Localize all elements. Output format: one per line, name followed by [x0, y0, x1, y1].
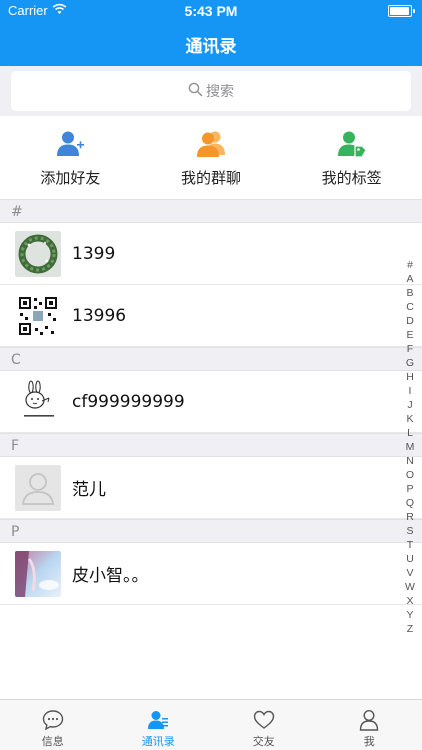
- index-letter[interactable]: V: [406, 566, 413, 580]
- group-chat-button[interactable]: 我的群聊: [141, 117, 282, 199]
- heart-icon: [253, 709, 275, 731]
- index-letter[interactable]: K: [406, 412, 413, 426]
- index-letter[interactable]: R: [406, 510, 414, 524]
- my-tags-button[interactable]: 我的标签: [281, 117, 422, 199]
- index-letter[interactable]: M: [406, 440, 415, 454]
- index-letter[interactable]: D: [406, 314, 414, 328]
- section-header: F: [0, 433, 422, 457]
- index-letter[interactable]: X: [406, 594, 413, 608]
- avatar: [15, 550, 61, 597]
- contacts-icon: [147, 709, 169, 731]
- index-letter[interactable]: B: [406, 286, 413, 300]
- my-tags-label: 我的标签: [321, 169, 382, 187]
- contact-name: 皮小智。。: [72, 566, 149, 586]
- status-time: 5:43 PM: [184, 3, 238, 19]
- tag-icon: [337, 129, 367, 159]
- search-placeholder: 搜索: [206, 84, 234, 100]
- index-letter[interactable]: O: [406, 468, 414, 482]
- quick-actions: 添加好友 我的群聊 我的标签: [0, 117, 422, 199]
- tab-label: 交友: [252, 735, 275, 748]
- list-item[interactable]: 13996: [0, 285, 422, 347]
- avatar: [15, 292, 61, 339]
- section-header: #: [0, 199, 422, 223]
- list-item[interactable]: 范儿: [0, 457, 422, 519]
- index-letter[interactable]: T: [407, 538, 413, 552]
- add-friend-label: 添加好友: [40, 169, 101, 187]
- group-chat-icon: [195, 129, 227, 159]
- index-letter[interactable]: G: [406, 356, 414, 370]
- avatar: [15, 378, 61, 425]
- index-letter[interactable]: N: [406, 454, 414, 468]
- contact-name: 1399: [72, 243, 116, 264]
- list-item[interactable]: cf999999999: [0, 371, 422, 433]
- tab-me[interactable]: 我: [317, 700, 422, 750]
- index-letter[interactable]: F: [407, 342, 413, 356]
- tab-bar: 信息 通讯录 交友 我: [0, 699, 422, 750]
- search-area: 搜索: [0, 66, 422, 116]
- avatar: [15, 464, 61, 511]
- group-chat-label: 我的群聊: [181, 169, 242, 187]
- index-letter[interactable]: Q: [406, 496, 414, 510]
- index-letter[interactable]: S: [406, 524, 413, 538]
- section-header: P: [0, 519, 422, 543]
- chat-bubble-icon: [42, 709, 64, 731]
- nav-bar: 通讯录: [0, 22, 422, 66]
- contact-name: 13996: [72, 305, 127, 326]
- tab-contacts[interactable]: 通讯录: [106, 700, 212, 750]
- contact-name: 范儿: [72, 480, 106, 500]
- tab-label: 信息: [41, 735, 64, 748]
- index-letter[interactable]: Y: [406, 608, 413, 622]
- search-icon: [188, 82, 206, 101]
- contact-list: # 1399 13996 C cf999999999 F 范儿 P 皮小智。。: [0, 199, 422, 605]
- tab-label: 通讯录: [141, 735, 175, 748]
- list-item[interactable]: 1399: [0, 223, 422, 285]
- index-letter[interactable]: E: [406, 328, 413, 342]
- search-input[interactable]: 搜索: [11, 71, 411, 111]
- index-letter[interactable]: L: [407, 426, 413, 440]
- index-letter[interactable]: I: [409, 384, 412, 398]
- page-title: 通讯录: [185, 37, 237, 57]
- index-letter[interactable]: C: [406, 300, 414, 314]
- index-letter[interactable]: H: [406, 370, 414, 384]
- tab-messages[interactable]: 信息: [0, 700, 106, 750]
- index-letter[interactable]: A: [406, 272, 413, 286]
- tab-friends[interactable]: 交友: [211, 700, 317, 750]
- index-letter[interactable]: Z: [407, 622, 413, 636]
- list-item[interactable]: 皮小智。。: [0, 543, 422, 605]
- index-letter[interactable]: #: [407, 258, 413, 272]
- avatar: [15, 230, 61, 277]
- alphabet-index[interactable]: # A B C D E F G H I J K L M N O P Q R S T U V W X Y Z: [402, 258, 418, 636]
- contact-name: cf999999999: [72, 391, 185, 412]
- index-letter[interactable]: W: [405, 580, 415, 594]
- index-letter[interactable]: P: [406, 482, 413, 496]
- add-friend-icon: [55, 129, 85, 159]
- status-bar: Carrier 5:43 PM: [0, 0, 422, 22]
- add-friend-button[interactable]: 添加好友: [0, 117, 141, 199]
- tab-label: 我: [363, 735, 375, 748]
- section-header: C: [0, 347, 422, 371]
- index-letter[interactable]: J: [407, 398, 412, 412]
- battery-icon: [388, 5, 415, 17]
- index-letter[interactable]: U: [406, 552, 414, 566]
- person-icon: [358, 709, 380, 731]
- battery-fill: [390, 7, 409, 15]
